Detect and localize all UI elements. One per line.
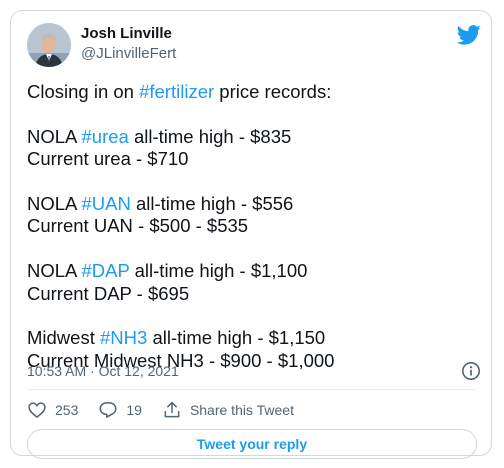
hashtag-link[interactable]: #urea: [82, 126, 129, 147]
hashtag-link[interactable]: #UAN: [82, 193, 131, 214]
hashtag-link[interactable]: #fertilizer: [139, 81, 214, 102]
info-icon[interactable]: [461, 361, 481, 381]
tweet-text: Closing in on #fertilizer price records:…: [27, 81, 477, 372]
twitter-bird-icon[interactable]: [456, 25, 481, 45]
tweet-line: NOLA #DAP all-time high - $1,100: [27, 260, 477, 282]
tweet-line: Closing in on #fertilizer price records:: [27, 81, 477, 103]
reply-button[interactable]: 19: [98, 400, 142, 420]
tweet-line: Current DAP - $695: [27, 283, 477, 305]
reply-count: 19: [126, 402, 142, 418]
tweet-text-segment: Current UAN - $500 - $535: [27, 215, 249, 237]
tweet-text-segment: all-time high - $1,150: [147, 327, 326, 349]
reply-icon: [99, 402, 117, 418]
author-name[interactable]: Josh Linville: [81, 25, 172, 42]
tweet-your-reply-button[interactable]: Tweet your reply: [27, 429, 477, 459]
action-bar: 253 19 Share this Tweet: [27, 399, 314, 421]
tweet-timestamp[interactable]: 10:53 AM · Oct 12, 2021: [27, 363, 179, 379]
divider: [27, 389, 475, 390]
hashtag-link[interactable]: #NH3: [100, 327, 147, 348]
like-count: 253: [55, 402, 79, 418]
tweet-text-segment: Current urea - $710: [27, 148, 189, 170]
heart-icon: [28, 402, 46, 419]
tweet-line: Midwest #NH3 all-time high - $1,150: [27, 327, 477, 349]
share-label: Share this Tweet: [189, 402, 294, 418]
avatar[interactable]: [27, 23, 71, 67]
tweet-card: Josh Linville @JLinvilleFert Closing in …: [10, 10, 492, 459]
share-button[interactable]: Share this Tweet: [162, 400, 294, 420]
share-icon: [164, 401, 180, 418]
tweet-text-segment: all-time high - $556: [130, 193, 294, 214]
tweet-text-segment: all-time high - $1,100: [129, 260, 308, 282]
tweet-line: Current UAN - $500 - $535: [27, 215, 477, 237]
hashtag-link[interactable]: #DAP: [82, 260, 130, 281]
tweet-text-segment: all-time high - $835: [128, 125, 292, 147]
tweet-text-segment: NOLA: [27, 125, 82, 147]
tweet-text-segment: NOLA: [27, 260, 82, 282]
tweet-text-segment: Closing in on: [27, 81, 140, 102]
tweet-text-segment: NOLA: [27, 193, 82, 214]
like-button[interactable]: 253: [27, 400, 78, 420]
tweet-text-segment: Midwest: [27, 327, 100, 349]
tweet-line: NOLA #UAN all-time high - $556: [27, 193, 477, 215]
tweet-line: Current urea - $710: [27, 148, 477, 170]
tweet-text-segment: Current DAP - $695: [27, 282, 190, 304]
tweet-line: NOLA #urea all-time high - $835: [27, 126, 477, 148]
tweet-text-segment: price records:: [214, 81, 332, 102]
author-handle[interactable]: @JLinvilleFert: [81, 45, 176, 62]
